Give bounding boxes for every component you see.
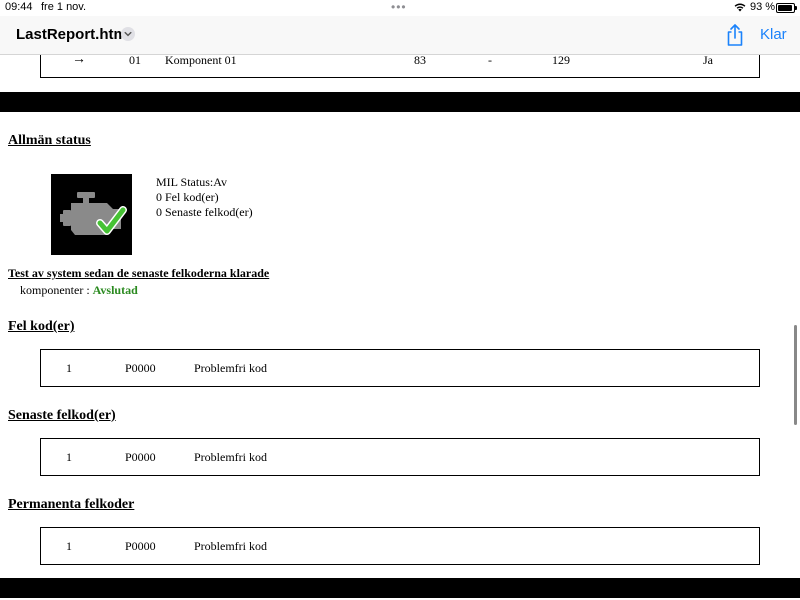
code-row-number: 1 (66, 450, 72, 464)
recent-codes-heading: Senaste felkod(er) (8, 408, 116, 423)
code-row-number: 1 (66, 361, 72, 375)
wifi-icon (734, 3, 746, 12)
recent-codes-table: 1 P0000 Problemfri kod (40, 438, 760, 476)
fault-codes-table: 1 P0000 Problemfri kod (40, 349, 760, 387)
code-row-description: Problemfri kod (194, 361, 267, 375)
recent-code-count: 0 Senaste felkod(er) (156, 205, 253, 219)
code-row-code: P0000 (125, 361, 156, 375)
row-status: Ja (703, 55, 713, 67)
code-row-description: Problemfri kod (194, 450, 267, 464)
components-status-value: Avslutad (92, 283, 138, 297)
status-date: fre 1 nov. (41, 1, 87, 13)
multitask-dots-icon[interactable]: ••• (391, 0, 407, 14)
row-component-name: Komponent 01 (165, 55, 237, 67)
components-label: komponenter : (20, 283, 93, 297)
code-row-number: 1 (66, 539, 72, 553)
title-menu-chevron-icon[interactable] (121, 27, 135, 41)
engine-ok-icon (51, 174, 132, 255)
row-value-1: 83 (414, 55, 426, 67)
permanent-codes-heading: Permanenta felkoder (8, 497, 135, 512)
row-index: 01 (129, 55, 141, 67)
battery-icon (776, 3, 797, 13)
code-row-description: Problemfri kod (194, 539, 267, 553)
code-row-code: P0000 (125, 450, 156, 464)
mil-status: MIL Status:Av (156, 175, 227, 189)
code-row-code: P0000 (125, 539, 156, 553)
general-status-heading: Allmän status (8, 133, 91, 148)
row-arrow: → (72, 55, 86, 67)
status-details: MIL Status:Av 0 Fel kod(er) 0 Senaste fe… (156, 175, 253, 220)
done-button[interactable]: Klar (760, 26, 787, 43)
section-divider (0, 92, 800, 112)
share-icon[interactable] (725, 23, 745, 47)
nav-bar: LastReport.html Klar (0, 16, 800, 55)
system-test-title: Test av system sedan de senaste felkoder… (8, 266, 270, 280)
fault-code-count: 0 Fel kod(er) (156, 190, 219, 204)
document-title[interactable]: LastReport.html (16, 26, 131, 43)
row-value-2: - (488, 55, 492, 67)
status-bar: 09:44 fre 1 nov. ••• 93 % (0, 0, 800, 16)
fault-codes-heading: Fel kod(er) (8, 319, 75, 334)
section-divider-bottom (0, 578, 800, 598)
scrollbar[interactable] (794, 325, 797, 425)
row-value-3: 129 (552, 55, 570, 67)
status-time: 09:44 (5, 1, 33, 13)
report-content: → 01 Komponent 01 83 - 129 Ja Allmän sta… (0, 55, 800, 600)
battery-percent: 93 % (750, 1, 776, 13)
permanent-codes-table: 1 P0000 Problemfri kod (40, 527, 760, 565)
system-test-line: komponenter : Avslutad (20, 283, 138, 298)
components-table: → 01 Komponent 01 83 - 129 Ja (40, 55, 760, 78)
